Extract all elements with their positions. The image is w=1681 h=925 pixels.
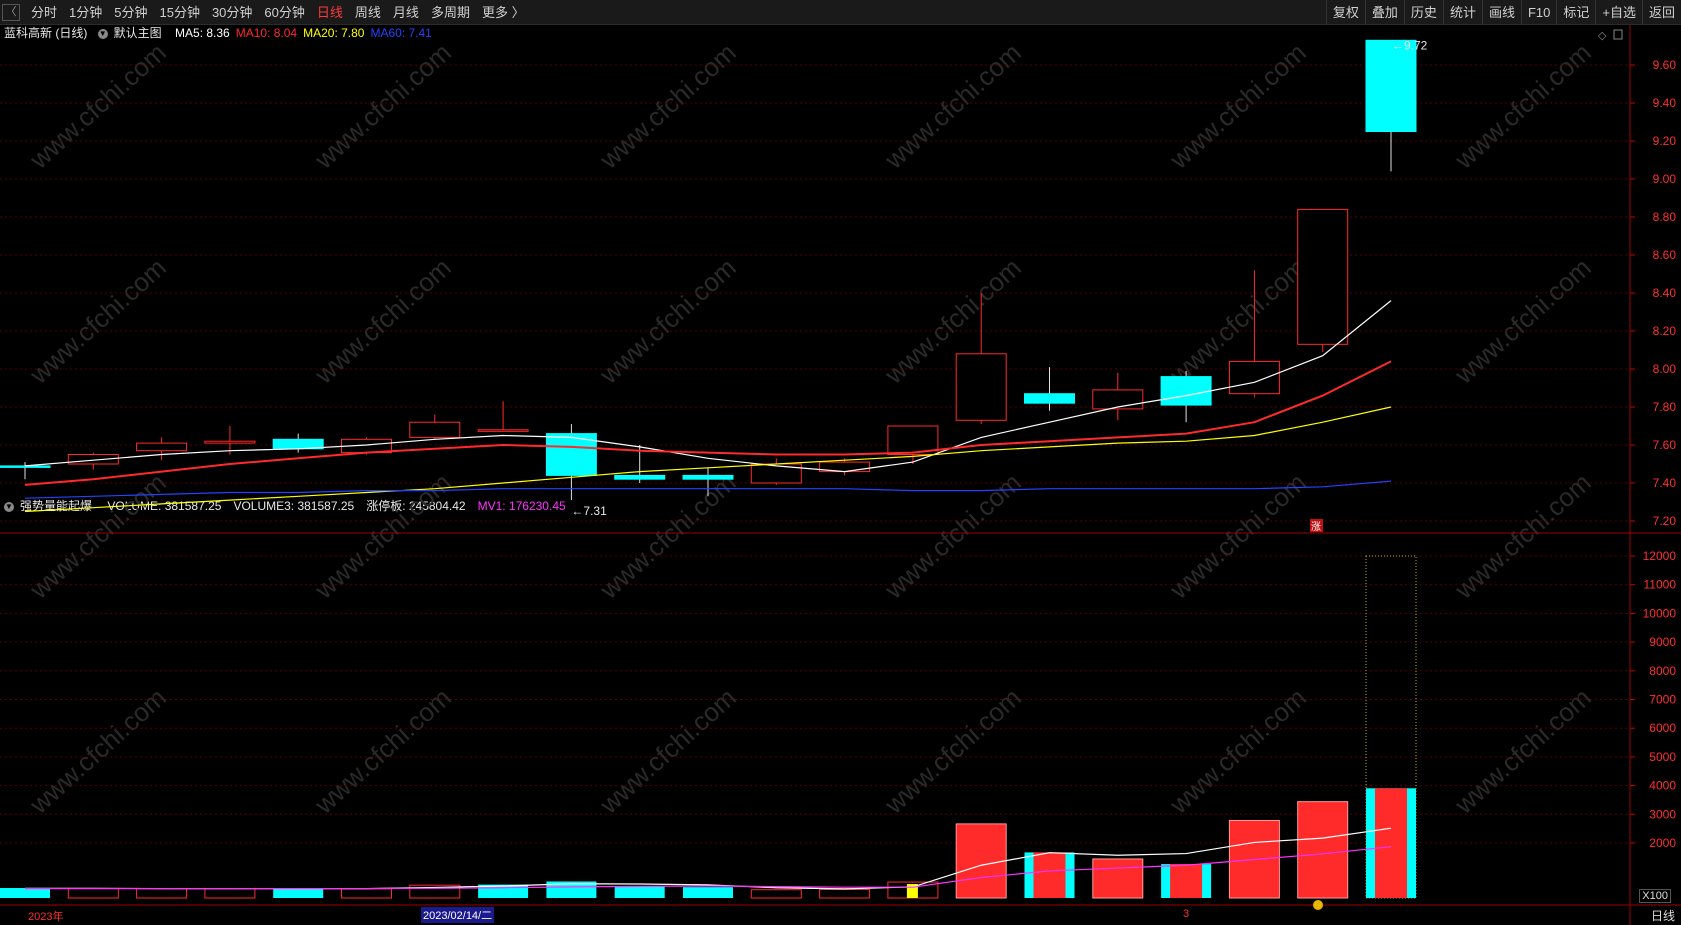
volume-bar [1092,858,1144,899]
event-dot-icon [1313,900,1323,910]
limit-up-tag: 涨 [1311,521,1321,533]
candle-body [1092,389,1144,410]
candle-body [204,440,256,444]
candle-body [614,474,666,480]
diamond-icon: ◇ [1598,30,1607,42]
volume-bar [0,888,50,898]
candle-body [477,429,529,432]
volume-tick-label: 6000 [1649,721,1676,735]
volume-bar [955,823,1007,899]
volume-tick-label: 4000 [1649,779,1676,793]
watermark-text: www.cfchi.com [308,37,457,175]
watermark-text: www.cfchi.com [308,682,457,820]
volume-bar [614,886,665,898]
volume-bar [1297,801,1349,899]
candle-body [1228,360,1280,395]
price-tick-label: 7.60 [1653,438,1677,452]
price-tick-label: 8.80 [1653,210,1677,224]
volume-bar [819,888,871,899]
candle-body [0,465,51,468]
watermark-text: www.cfchi.com [1448,682,1597,820]
candle-body [682,474,734,480]
grid-lines [0,25,1681,925]
watermark-layer: www.cfchi.com www.cfchi.com www.cfchi.com w… [23,37,1597,820]
watermark-text: www.cfchi.com [878,682,1027,820]
volume-tick-label: 11000 [1644,578,1677,592]
volume-tick-label: 3000 [1649,807,1676,821]
volume-tick-label: 7000 [1649,693,1676,707]
candle-body [955,353,1007,421]
watermark-text: www.cfchi.com [878,37,1027,175]
price-tick-label: 9.00 [1653,172,1677,186]
watermark-text: www.cfchi.com [23,682,172,820]
candle-body [136,442,188,452]
volume-bar [273,888,324,898]
volume-unit-label: X100 [1639,889,1671,903]
price-tick-label: 8.00 [1653,362,1677,376]
watermark-text: www.cfchi.com [593,682,742,820]
volume-bar [67,888,119,899]
volume-bar-inner [1033,852,1066,898]
volume-bar [204,888,256,899]
volume-bar [341,888,392,899]
volume-bar [750,889,802,899]
cursor-date-label: 2023/02/14/二 [421,907,495,923]
volume-tick-label: 9000 [1649,635,1676,649]
volume-bars [0,788,1416,899]
candle-body [1297,208,1349,345]
candle-body [1365,39,1417,132]
price-tick-label: 7.20 [1653,514,1677,528]
watermark-text: www.cfchi.com [1163,682,1312,820]
watermark-text: www.cfchi.com [593,37,742,175]
kline-chart[interactable]: www.cfchi.com www.cfchi.com www.cfchi.com w… [0,0,1681,925]
volume-bar [136,888,188,899]
high-price-marker: ←9.72 [1392,38,1428,52]
volume-bar-inner [1170,864,1203,898]
volume-tick-label: 10000 [1643,606,1677,620]
volume-tick-label: 8000 [1649,664,1676,678]
price-tick-label: 8.60 [1653,248,1677,262]
low-price-marker: ←7.31 [571,504,607,518]
year-label: 2023年 [28,911,64,923]
candle-body [1024,393,1075,404]
candle-body [409,421,461,438]
price-tick-label: 8.40 [1653,286,1677,300]
price-tick-label: 9.40 [1653,96,1677,110]
period-indicator: 日线 [1650,909,1675,923]
price-tick-label: 7.80 [1653,400,1677,414]
volume-bar-inner [1375,788,1407,898]
watermark-text: www.cfchi.com [1448,37,1597,175]
candle-body [1160,376,1212,406]
volume-tick-label: 12000 [1643,549,1677,563]
volume-tick-label: 2000 [1649,836,1676,850]
price-tick-label: 9.60 [1653,58,1677,72]
watermark-text: www.cfchi.com [23,37,172,175]
price-tick-label: 9.20 [1653,134,1677,148]
volume-bar [683,887,733,898]
panel-maximize-icon [1613,29,1623,40]
watermark-text: www.cfchi.com [1163,37,1312,175]
price-tick-label: 7.40 [1653,476,1677,490]
price-tick-label: 8.20 [1653,324,1677,338]
volume-tick-label: 5000 [1649,750,1676,764]
month-label: 3 [1183,908,1190,920]
axes: 9.60 9.40 9.20 9.00 8.80 8.60 8.40 8.20 8.00 7.80… [1598,29,1677,850]
